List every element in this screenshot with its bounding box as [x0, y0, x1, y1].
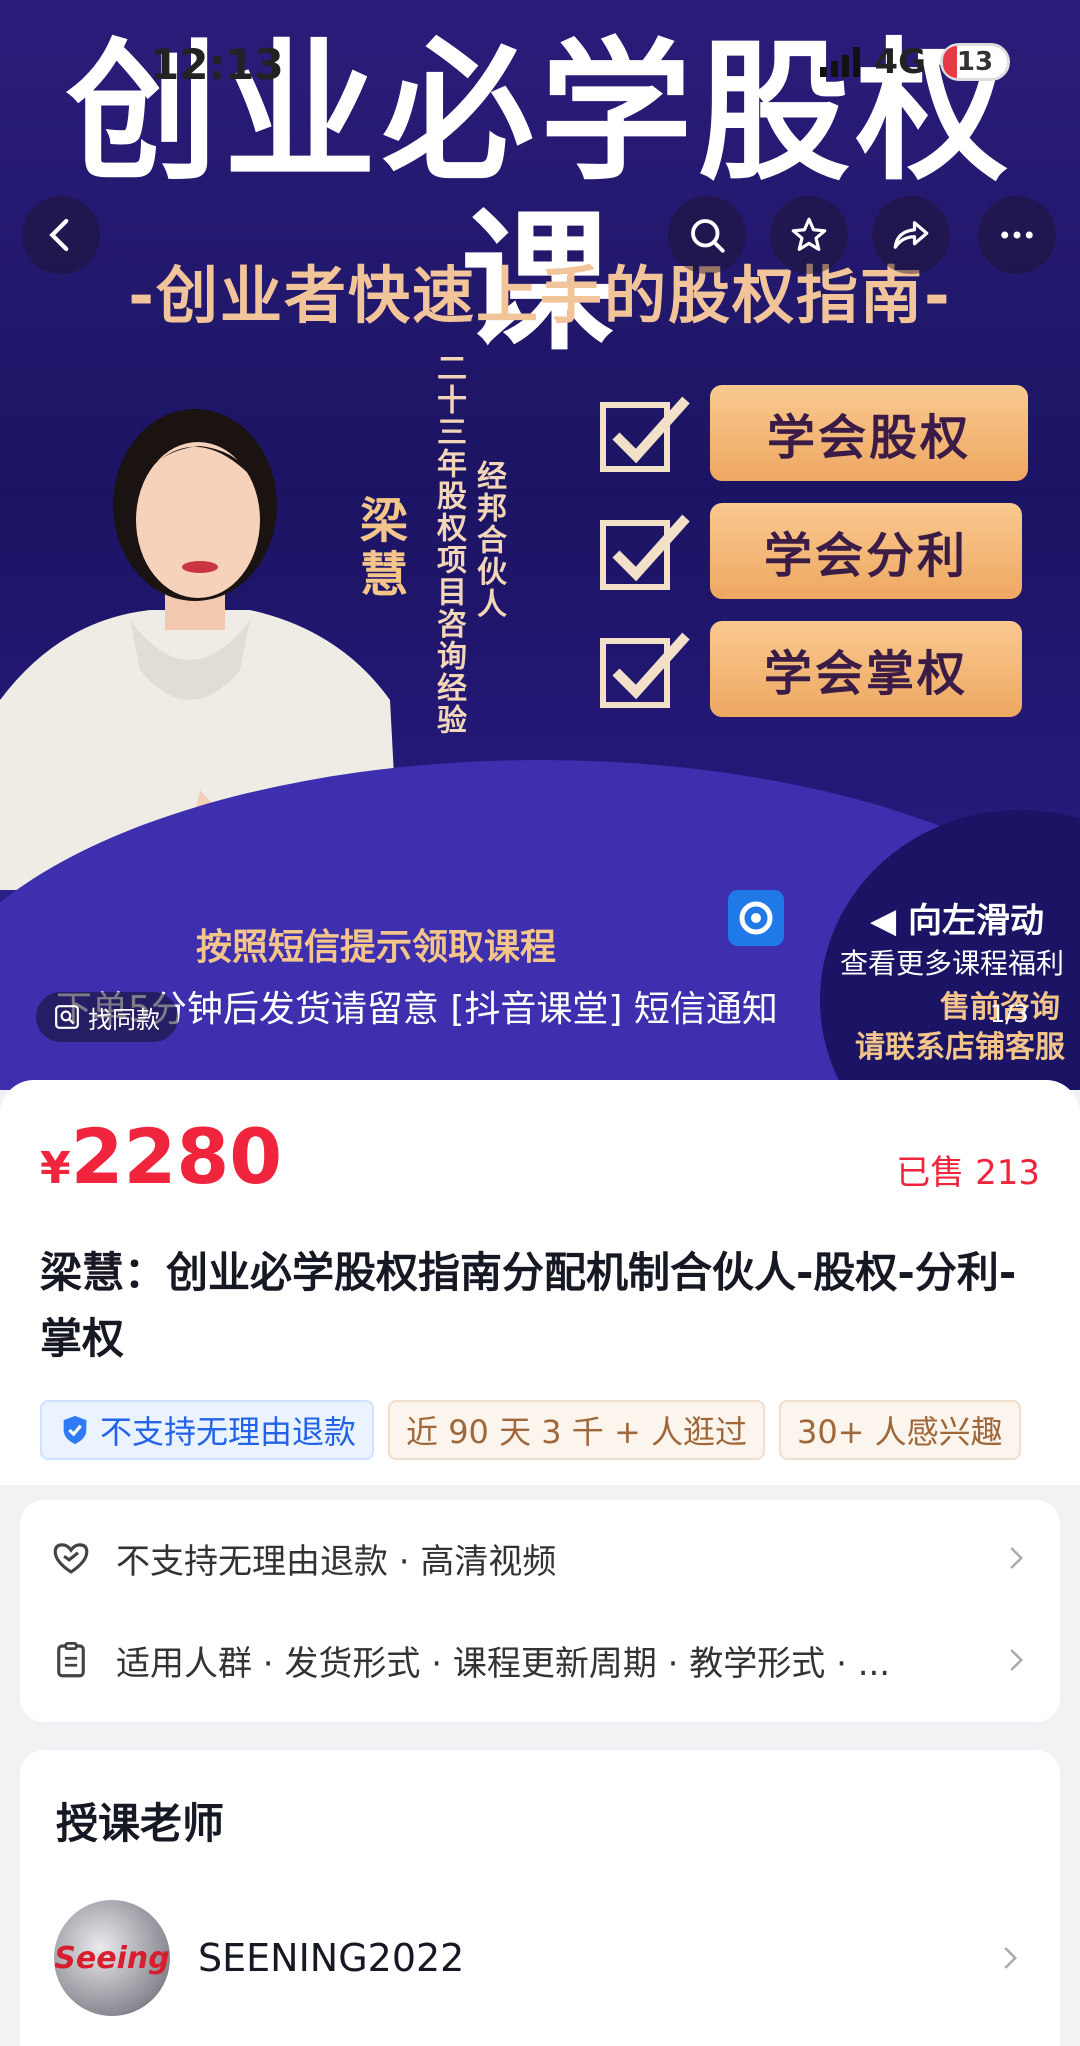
- price-value: 2280: [70, 1112, 283, 1201]
- tag-label: 30+ 人感兴趣: [796, 1413, 1003, 1451]
- more-button[interactable]: [978, 196, 1056, 274]
- teacher-name-vertical: 梁慧: [351, 495, 407, 603]
- brand-logo-icon: [728, 890, 784, 946]
- chevron-left-icon: [49, 218, 69, 252]
- service-card: 不支持无理由退款 · 高清视频 适用人群 · 发货形式 · 课程更新周期 · 教…: [20, 1500, 1060, 1722]
- find-same-label: 找同款: [88, 1005, 160, 1034]
- checkbox-icon: [600, 396, 690, 472]
- service-row-label: 适用人群 · 发货形式 · 课程更新周期 · 教学形式 · ...: [116, 1643, 891, 1684]
- product-image-carousel[interactable]: 创业必学股权课 -创业者快速上手的股权指南- 二十三年股权项目咨询经验 经邦合伙…: [0, 0, 1080, 1090]
- price-currency: ¥: [40, 1143, 71, 1194]
- side-text-1: 查看更多课程福利: [840, 947, 1065, 980]
- price: ¥ 2280: [40, 1112, 282, 1201]
- tag-label: 不支持无理由退款: [100, 1413, 357, 1451]
- share-icon: [893, 221, 929, 249]
- signal-icon: [820, 47, 861, 77]
- teacher-row[interactable]: Seeing SEENING2022: [54, 1898, 1034, 2018]
- teacher-heading: 授课老师: [56, 1799, 225, 1848]
- tag-label: 近 90 天 3 千 + 人逛过: [406, 1413, 747, 1451]
- teacher-card: 授课老师 Seeing SEENING2022: [20, 1750, 1060, 2046]
- checkbox-icon: [600, 514, 690, 590]
- shield-check-icon: [63, 1415, 87, 1445]
- service-row-label: 不支持无理由退款 · 高清视频: [116, 1541, 557, 1582]
- role-text: 经邦合伙人: [471, 460, 506, 620]
- tag-interested[interactable]: 30+ 人感兴趣: [778, 1400, 1021, 1460]
- chevron-right-icon: [1010, 1649, 1024, 1671]
- more-icon: [1001, 231, 1033, 239]
- product-title: 梁慧：创业必学股权指南分配机制合伙人-股权-分利-掌权: [40, 1248, 1017, 1363]
- avatar: Seeing: [54, 1900, 170, 2016]
- swipe-hint: ◀ 向左滑动: [870, 901, 1044, 941]
- status-icons: 4G 13: [820, 42, 1010, 82]
- search-icon: [691, 219, 725, 253]
- product-tags: 不支持无理由退款 近 90 天 3 千 + 人逛过 30+ 人感兴趣: [40, 1400, 1021, 1460]
- heart-shield-icon: [53, 1543, 89, 1574]
- chevron-right-icon: [1004, 1947, 1018, 1969]
- feature-profit: 学会分利: [710, 503, 1022, 599]
- sold-count: 已售 213: [896, 1153, 1040, 1193]
- favorite-button[interactable]: [770, 196, 848, 274]
- image-search-icon: [55, 1005, 79, 1029]
- side-text-3: 请联系店铺客服: [855, 1030, 1065, 1065]
- feature-equity: 学会股权: [710, 385, 1028, 481]
- network-type: 4G: [874, 42, 926, 82]
- experience-text: 二十三年股权项目咨询经验: [431, 352, 466, 736]
- star-icon: [791, 217, 827, 251]
- avatar-logo-text: Seeing: [54, 1940, 170, 1976]
- carousel-pager: 1/3: [990, 1000, 1029, 1028]
- search-button[interactable]: [668, 196, 746, 274]
- feature-control: 学会掌权: [710, 621, 1022, 717]
- share-button[interactable]: [872, 196, 950, 274]
- battery-level: 13: [956, 47, 994, 77]
- chevron-right-icon: [1010, 1547, 1024, 1569]
- service-row-guarantee[interactable]: 不支持无理由退款 · 高清视频: [50, 1528, 1040, 1588]
- back-button[interactable]: [22, 196, 100, 274]
- service-row-details[interactable]: 适用人群 · 发货形式 · 课程更新周期 · 教学形式 · ...: [50, 1630, 1040, 1690]
- tag-no-refund[interactable]: 不支持无理由退款: [40, 1400, 375, 1460]
- clipboard-icon: [57, 1641, 85, 1678]
- battery-icon: 13: [940, 43, 1010, 81]
- checkbox-icon: [600, 632, 690, 708]
- notice-line-1: 按照短信提示领取课程: [196, 927, 557, 968]
- teacher-name: SEENING2022: [198, 1936, 465, 1980]
- status-time: 12:13: [150, 40, 284, 89]
- tag-visitors[interactable]: 近 90 天 3 千 + 人逛过: [388, 1400, 765, 1460]
- find-same-button[interactable]: 找同款: [36, 992, 178, 1042]
